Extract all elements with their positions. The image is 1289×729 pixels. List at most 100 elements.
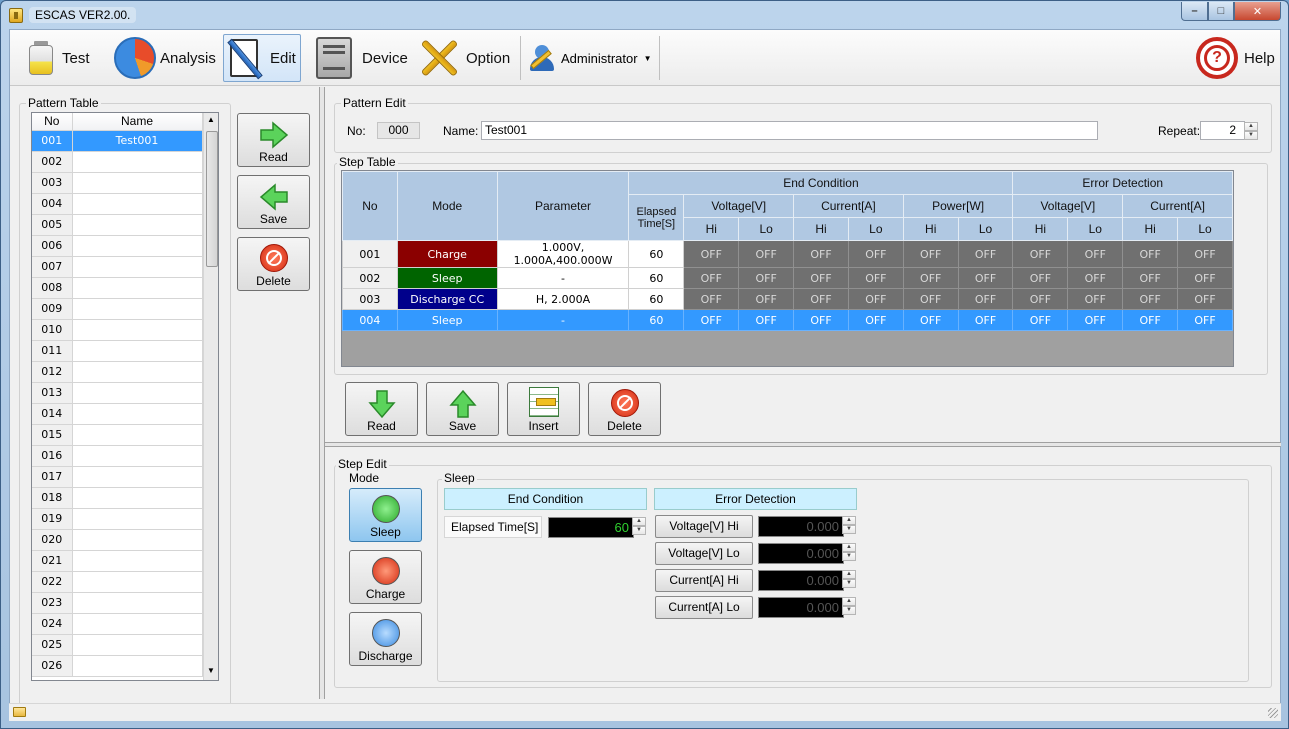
pattern-row[interactable]: 020	[32, 529, 203, 551]
pattern-read-button[interactable]: Read	[237, 113, 310, 167]
pattern-row[interactable]: 023	[32, 592, 203, 614]
pattern-row-name[interactable]	[72, 382, 203, 404]
pattern-name-input[interactable]: Test001	[481, 121, 1098, 140]
step-row-limit[interactable]: OFF	[1067, 288, 1124, 310]
pattern-row[interactable]: 013	[32, 382, 203, 404]
pattern-row[interactable]: 019	[32, 508, 203, 530]
step-row-limit[interactable]: OFF	[902, 267, 959, 289]
pattern-row-no[interactable]: 006	[32, 235, 73, 257]
pattern-row-no[interactable]: 001	[32, 130, 73, 152]
step-row-limit[interactable]: OFF	[1122, 288, 1179, 310]
pattern-row-no[interactable]: 015	[32, 424, 73, 446]
step-read-button[interactable]: Read	[345, 382, 418, 436]
step-row[interactable]: 002 Sleep -60 OFF OFF OFF OFF OFF OFF OFF OFF OFF OF…	[342, 267, 1233, 289]
step-row[interactable]: 001 Charge 1.000V, 1.000A,400.000W 60 OFF OFF…	[342, 240, 1233, 268]
step-row-param[interactable]: -	[496, 309, 630, 331]
pattern-row-name[interactable]	[72, 172, 203, 194]
step-row-limit[interactable]: OFF	[847, 288, 904, 310]
pattern-row-name[interactable]	[72, 319, 203, 341]
step-row-limit[interactable]: OFF	[793, 288, 849, 310]
repeat-spinner[interactable]: ▲ ▼	[1244, 122, 1258, 140]
step-row-limit[interactable]: OFF	[957, 288, 1014, 310]
pattern-row-no[interactable]: 012	[32, 361, 73, 383]
step-row-limit[interactable]: OFF	[847, 309, 904, 331]
step-row-mode[interactable]: Sleep	[396, 267, 498, 289]
pattern-row-name[interactable]	[72, 592, 203, 614]
step-row-param[interactable]: 1.000V, 1.000A,400.000W	[496, 240, 630, 268]
scroll-thumb[interactable]	[206, 131, 218, 267]
step-row-limit[interactable]: OFF	[1177, 288, 1233, 310]
toolbar-help[interactable]: ? Help	[1196, 34, 1275, 82]
step-row-limit[interactable]: OFF	[738, 309, 795, 331]
pattern-row[interactable]: 008	[32, 277, 203, 299]
step-row-limit[interactable]: OFF	[683, 309, 740, 331]
current-lo-button[interactable]: Current[A] Lo	[655, 596, 753, 619]
pattern-row-no[interactable]: 014	[32, 403, 73, 425]
spin-up-icon[interactable]: ▲	[842, 570, 856, 579]
minimize-button[interactable]: –	[1181, 2, 1208, 21]
pattern-col-no[interactable]: No	[32, 113, 73, 131]
voltage-hi-spinner[interactable]: ▲ ▼	[842, 516, 856, 534]
pattern-row-no[interactable]: 022	[32, 571, 73, 593]
step-row-limit[interactable]: OFF	[1067, 309, 1124, 331]
current-hi-button[interactable]: Current[A] Hi	[655, 569, 753, 592]
step-row-limit[interactable]: OFF	[1012, 240, 1069, 268]
spin-up-icon[interactable]: ▲	[1244, 122, 1258, 131]
pattern-row[interactable]: 021	[32, 550, 203, 572]
pattern-row[interactable]: 024	[32, 613, 203, 635]
pattern-row-name[interactable]	[72, 340, 203, 362]
pattern-row-no[interactable]: 024	[32, 613, 73, 635]
pattern-row-no[interactable]: 008	[32, 277, 73, 299]
step-row-limit[interactable]: OFF	[1012, 288, 1069, 310]
step-row-limit[interactable]: OFF	[1122, 309, 1179, 331]
pattern-row[interactable]: 026	[32, 655, 203, 677]
toolbar-test[interactable]: Test	[26, 34, 90, 82]
pattern-row-no[interactable]: 018	[32, 487, 73, 509]
pattern-row[interactable]: 009	[32, 298, 203, 320]
close-button[interactable]: ✕	[1234, 2, 1281, 21]
step-row-no[interactable]: 003	[342, 288, 398, 310]
pattern-delete-button[interactable]: Delete	[237, 237, 310, 291]
elapsed-time-spinner[interactable]: ▲ ▼	[632, 517, 646, 535]
mode-sleep-button[interactable]: Sleep	[349, 488, 422, 542]
horizontal-splitter[interactable]	[325, 442, 1281, 447]
step-row-limit[interactable]: OFF	[1122, 240, 1179, 268]
current-lo-input[interactable]: 0.000	[758, 597, 844, 618]
resize-grip-icon[interactable]	[1268, 708, 1278, 718]
pattern-row-name[interactable]	[72, 193, 203, 215]
step-delete-button[interactable]: Delete	[588, 382, 661, 436]
pattern-row[interactable]: 005	[32, 214, 203, 236]
step-row-no[interactable]: 001	[342, 240, 398, 268]
pattern-row-no[interactable]: 016	[32, 445, 73, 467]
pattern-row[interactable]: 004	[32, 193, 203, 215]
pattern-row[interactable]: 010	[32, 319, 203, 341]
step-row-limit[interactable]: OFF	[683, 267, 740, 289]
pattern-row-no[interactable]: 026	[32, 655, 73, 677]
step-row-limit[interactable]: OFF	[683, 240, 740, 268]
pattern-row[interactable]: 015	[32, 424, 203, 446]
step-insert-button[interactable]: Insert	[507, 382, 580, 436]
step-row-elapsed[interactable]: 60	[628, 267, 685, 289]
pattern-row-name[interactable]	[72, 466, 203, 488]
pattern-row-no[interactable]: 020	[32, 529, 73, 551]
step-row-limit[interactable]: OFF	[1012, 267, 1069, 289]
pattern-row-name[interactable]	[72, 235, 203, 257]
pattern-row-no[interactable]: 007	[32, 256, 73, 278]
pattern-row-no[interactable]: 009	[32, 298, 73, 320]
step-row-limit[interactable]: OFF	[738, 288, 795, 310]
voltage-lo-button[interactable]: Voltage[V] Lo	[655, 542, 753, 565]
pattern-row-name[interactable]	[72, 256, 203, 278]
pattern-row-no[interactable]: 002	[32, 151, 73, 173]
spin-down-icon[interactable]: ▼	[842, 606, 856, 615]
step-row-limit[interactable]: OFF	[957, 267, 1014, 289]
step-row-limit[interactable]: OFF	[902, 288, 959, 310]
user-menu[interactable]: Administrator ▼	[527, 34, 652, 82]
pattern-row-no[interactable]: 017	[32, 466, 73, 488]
mode-discharge-button[interactable]: Discharge	[349, 612, 422, 666]
pattern-row-name[interactable]	[72, 445, 203, 467]
pattern-row[interactable]: 017	[32, 466, 203, 488]
step-row-limit[interactable]: OFF	[847, 240, 904, 268]
pattern-row-no[interactable]: 023	[32, 592, 73, 614]
voltage-hi-input[interactable]: 0.000	[758, 516, 844, 537]
step-row-limit[interactable]: OFF	[738, 267, 795, 289]
